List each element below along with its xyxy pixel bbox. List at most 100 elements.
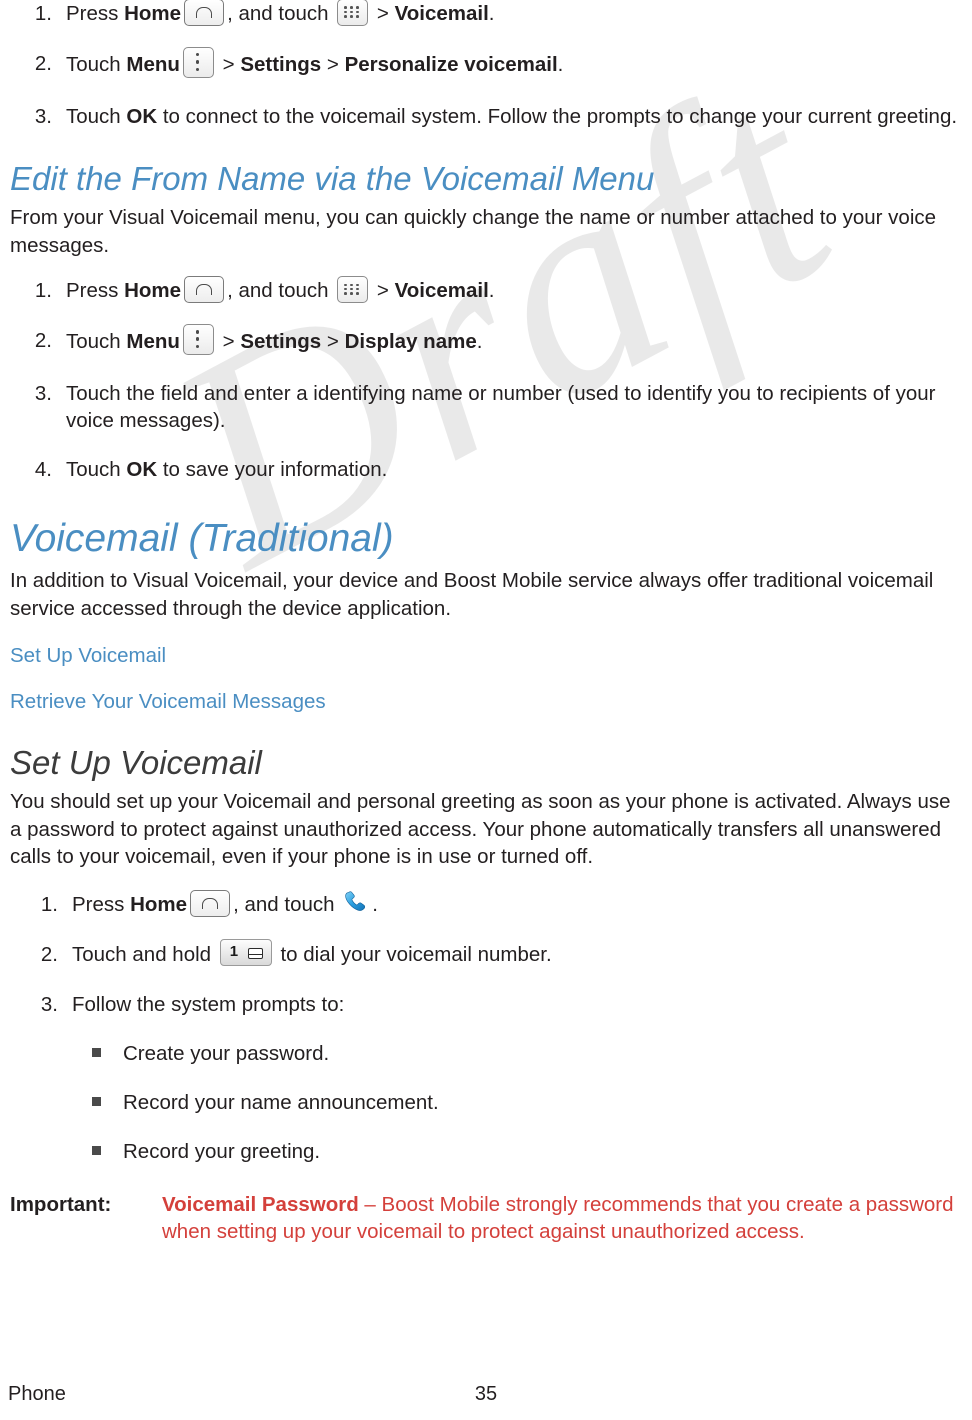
important-text: Voicemail Password – Boost Mobile strong… bbox=[162, 1191, 964, 1246]
home-icon bbox=[190, 889, 231, 917]
list-item: 2. Touch and hold 1 to dial your voicema… bbox=[10, 938, 964, 969]
step-number: 3. bbox=[34, 382, 52, 406]
step-mid2: > bbox=[321, 53, 345, 76]
step-prefix: Touch bbox=[66, 53, 127, 76]
home-icon bbox=[184, 276, 225, 304]
home-icon bbox=[184, 0, 225, 27]
step-bold-display-name: Display name bbox=[344, 330, 477, 354]
step-text: Press Home , and touch > Voicemail. bbox=[66, 276, 964, 305]
step-number: 1. bbox=[40, 892, 58, 916]
step-text: Press Home , and touch . bbox=[72, 889, 964, 919]
bullet-text: Record your greeting. bbox=[123, 1139, 321, 1163]
step-suffix: . bbox=[476, 330, 483, 354]
step-number: 2. bbox=[34, 52, 52, 76]
step-text: Touch the field and enter a identifying … bbox=[66, 382, 936, 433]
step-suffix: to dial your voicemail number. bbox=[274, 942, 552, 966]
step-bold-menu: Menu bbox=[126, 330, 180, 354]
step-text: Touch OK to save your information. bbox=[66, 456, 964, 483]
step-mid: , and touch bbox=[227, 2, 335, 25]
bullet-text: Create your password. bbox=[123, 1041, 330, 1065]
step-bold-ok: OK bbox=[126, 458, 158, 482]
step-prefix: Touch and hold bbox=[72, 942, 217, 966]
phone-icon bbox=[343, 889, 369, 915]
step-number: 4. bbox=[34, 458, 52, 482]
list-item: 3. Touch the field and enter a identifyi… bbox=[10, 380, 964, 434]
step-prefix: Press bbox=[72, 892, 131, 916]
bullet-text: Record your name announcement. bbox=[123, 1090, 439, 1114]
list-item: 1. Press Home , and touch > Voicemail. bbox=[10, 0, 964, 28]
step-prefix: Press bbox=[66, 2, 125, 25]
document-page: 1. Press Home , and touch > Voicemail. 2.… bbox=[0, 0, 972, 1246]
list-item: 3. Touch OK to connect to the voicemail … bbox=[10, 103, 964, 130]
step-text: Touch and hold 1 to dial your voicemail … bbox=[72, 938, 964, 969]
list-item: 1. Press Home , and touch . bbox=[10, 889, 964, 919]
step-bold-personalize: Personalize voicemail bbox=[344, 53, 558, 76]
apps-icon bbox=[337, 0, 369, 27]
step-bold-home: Home bbox=[124, 279, 182, 303]
dialpad-one-key-icon: 1 bbox=[219, 938, 272, 966]
overflow-menu-icon bbox=[182, 47, 214, 79]
step-prefix: Press bbox=[66, 279, 125, 303]
step-mid: > bbox=[216, 53, 241, 76]
step-text: Touch OK to connect to the voicemail sys… bbox=[66, 103, 964, 130]
step-mid: > bbox=[216, 330, 241, 354]
important-note: Important: Voicemail Password – Boost Mo… bbox=[10, 1191, 964, 1246]
list-item: 2. Touch Menu > Settings > Personalize v… bbox=[10, 47, 964, 81]
paragraph-edit-from-name-intro: From your Visual Voicemail menu, you can… bbox=[10, 206, 937, 257]
step-bold-home: Home bbox=[124, 2, 182, 25]
heading-set-up-voicemail: Set Up Voicemail bbox=[10, 744, 262, 782]
step-bold-voicemail: Voicemail bbox=[394, 2, 489, 25]
step-text: Touch Menu > Settings > Personalize voic… bbox=[66, 47, 964, 81]
step-suffix: . bbox=[488, 2, 495, 25]
step-number: 3. bbox=[40, 992, 58, 1016]
step-mid2: > bbox=[321, 330, 345, 354]
step-bold-ok: OK bbox=[126, 105, 158, 129]
list-item: 2. Touch Menu > Settings > Display name. bbox=[10, 324, 964, 358]
step-number: 1. bbox=[34, 279, 52, 303]
step-bold-settings: Settings bbox=[240, 53, 322, 76]
important-label: Important: bbox=[10, 1192, 112, 1216]
list-item: Create your password. bbox=[10, 1040, 964, 1067]
step-bold-voicemail: Voicemail bbox=[394, 279, 489, 303]
step-suffix: to save your information. bbox=[157, 458, 388, 482]
step-text: Follow the system prompts to: bbox=[72, 992, 345, 1016]
step-mid: , and touch bbox=[227, 279, 335, 303]
step-prefix: Touch bbox=[66, 105, 127, 129]
heading-voicemail-traditional: Voicemail (Traditional) bbox=[10, 517, 394, 561]
step-bold-menu: Menu bbox=[126, 53, 180, 76]
step-number: 3. bbox=[34, 105, 52, 129]
bullet-square-icon bbox=[92, 1096, 101, 1106]
step-suffix: . bbox=[488, 279, 495, 303]
overflow-menu-icon bbox=[182, 324, 214, 356]
step-bold-home: Home bbox=[130, 892, 188, 916]
step-mid2: > bbox=[371, 2, 395, 25]
step-mid2: > bbox=[371, 279, 395, 303]
step-number: 2. bbox=[34, 329, 52, 353]
apps-icon bbox=[337, 276, 369, 304]
paragraph-set-up-voicemail-intro: You should set up your Voicemail and per… bbox=[10, 790, 951, 869]
step-mid: , and touch bbox=[233, 892, 341, 916]
step-number: 1. bbox=[34, 2, 52, 25]
step-suffix: . bbox=[372, 892, 378, 916]
list-item: Record your name announcement. bbox=[10, 1089, 964, 1116]
list-item: Record your greeting. bbox=[10, 1138, 964, 1165]
step-suffix: . bbox=[557, 53, 564, 76]
step-prefix: Touch bbox=[66, 330, 127, 354]
list-item: 1. Press Home , and touch > Voicemail. bbox=[10, 276, 964, 305]
paragraph-voicemail-traditional-intro: In addition to Visual Voicemail, your de… bbox=[10, 569, 934, 620]
footer-page-number: 35 bbox=[474, 1383, 498, 1405]
list-item: 4. Touch OK to save your information. bbox=[10, 456, 964, 483]
heading-edit-from-name: Edit the From Name via the Voicemail Men… bbox=[10, 160, 655, 198]
bullet-square-icon bbox=[92, 1047, 101, 1057]
link-retrieve-voicemail-messages[interactable]: Retrieve Your Voicemail Messages bbox=[10, 690, 964, 714]
step-prefix: Touch bbox=[66, 458, 127, 482]
step-text: Press Home , and touch > Voicemail. bbox=[66, 0, 964, 28]
important-bold: Voicemail Password bbox=[162, 1192, 359, 1216]
step-bold-settings: Settings bbox=[240, 330, 322, 354]
step-text: Touch Menu > Settings > Display name. bbox=[66, 324, 964, 358]
list-item: 3. Follow the system prompts to: bbox=[10, 991, 964, 1018]
step-suffix: to connect to the voicemail system. Foll… bbox=[157, 105, 958, 129]
bullet-square-icon bbox=[92, 1145, 101, 1155]
link-set-up-voicemail[interactable]: Set Up Voicemail bbox=[10, 644, 964, 668]
step-number: 2. bbox=[40, 942, 58, 966]
